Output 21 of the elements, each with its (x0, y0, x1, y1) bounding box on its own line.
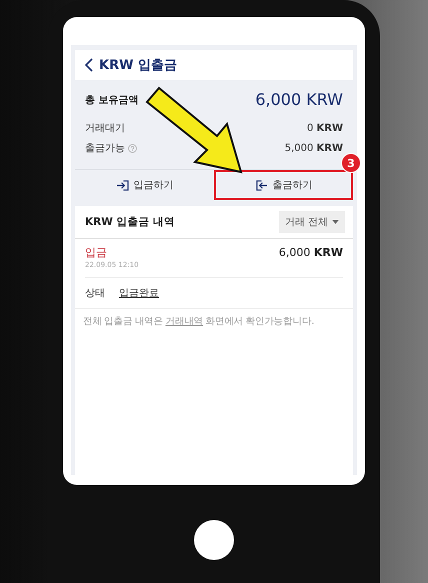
withdraw-button[interactable]: 출금하기 (214, 170, 353, 200)
history-title: KRW 입출금 내역 (85, 215, 176, 229)
page-title: KRW 입출금 (99, 57, 177, 74)
balance-label: 거래대기 (85, 122, 125, 135)
entry-amount: 6,000 KRW (278, 246, 343, 259)
balance-amount: 0 KRW (306, 122, 343, 134)
caret-icon (332, 220, 339, 224)
home-button[interactable] (194, 520, 234, 560)
status-label: 상태 (85, 287, 105, 300)
deposit-button[interactable]: 입금하기 (75, 170, 214, 200)
balance-amount: 5,000 KRW (284, 142, 343, 154)
balance-label: 출금가능 (85, 142, 125, 155)
login-icon (116, 180, 128, 190)
history-note: 전체 입출금 내역은 거래내역 화면에서 확인가능합니다. (75, 308, 353, 334)
entry-type: 입금 (85, 245, 107, 260)
total-label: 총 보유금액 (85, 94, 138, 106)
filter-dropdown[interactable]: 거래 전체 (278, 211, 345, 233)
total-value: 6,000 KRW (255, 90, 343, 109)
back-icon[interactable] (85, 58, 93, 72)
logout-icon (254, 180, 268, 190)
status-value: 입금완료 (119, 287, 159, 300)
